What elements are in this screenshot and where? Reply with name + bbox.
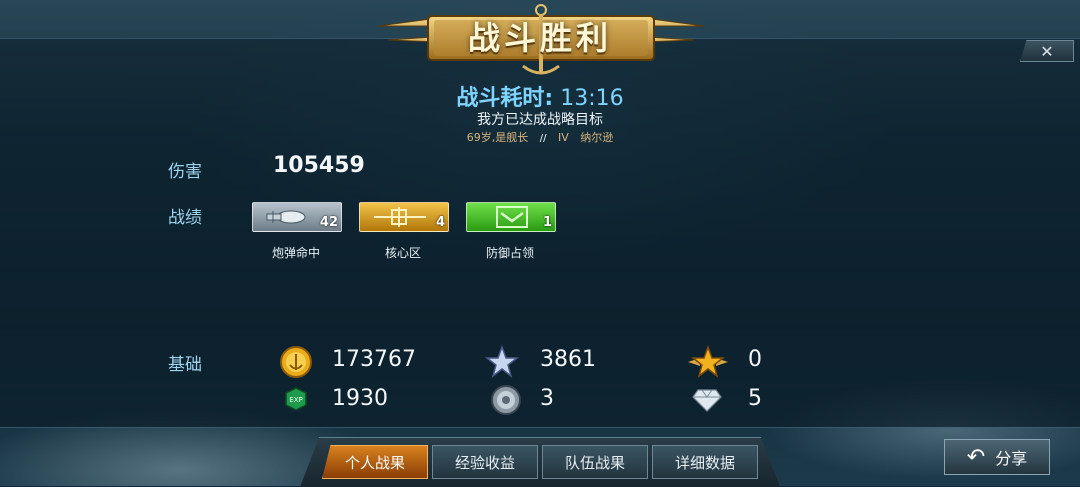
- exp-value: 1930: [332, 386, 388, 411]
- rank-chevron-icon: //: [539, 133, 547, 144]
- battle-duration-label: 战斗耗时:: [456, 86, 554, 111]
- tab-team-results[interactable]: 队伍战果: [542, 445, 648, 479]
- damage-value: 105459: [273, 153, 365, 178]
- gold-star-value: 0: [748, 347, 762, 372]
- battle-duration: 战斗耗时: 13:16: [0, 80, 1080, 112]
- silver-star-value: 3861: [540, 347, 596, 372]
- gold-star-icon: [688, 345, 728, 378]
- badge-count: 42: [319, 215, 338, 230]
- diamond-value: 5: [748, 386, 762, 411]
- silver-medal-value: 3: [540, 386, 554, 411]
- captain-info: 69岁,是舰长 // IV 纳尔逊: [0, 129, 1080, 145]
- damage-label: 伤害: [168, 162, 202, 182]
- objective-text: 我方已达成战略目标: [477, 112, 603, 128]
- silver-medal-icon: [491, 385, 521, 415]
- achievements-label: 战绩: [168, 208, 202, 228]
- tab-personal-results[interactable]: 个人战果: [322, 445, 428, 479]
- badge-core-zone[interactable]: 4: [359, 202, 449, 232]
- captain-name: 纳尔逊: [580, 131, 614, 144]
- base-label: 基础: [168, 355, 202, 375]
- victory-title: 战斗胜利: [467, 19, 612, 57]
- close-icon: ✕: [1040, 41, 1054, 61]
- gold-coin-icon: [280, 346, 312, 378]
- svg-text:EXP: EXP: [289, 396, 302, 404]
- tab-exp-income[interactable]: 经验收益: [432, 445, 538, 479]
- badge-shell-hits[interactable]: 42: [252, 202, 342, 232]
- diamond-icon: [692, 389, 722, 412]
- share-arrow-icon: ↶: [966, 444, 986, 470]
- badge-defense-capture[interactable]: 1: [466, 202, 556, 232]
- badge-caption: 核心区: [384, 246, 421, 260]
- gold-value: 173767: [332, 347, 416, 372]
- shield-chevron-icon: [496, 206, 528, 228]
- captain-rank: IV: [557, 131, 569, 144]
- crosshair-icon: [374, 207, 426, 227]
- close-button[interactable]: ✕: [1020, 40, 1074, 62]
- badge-count: 4: [435, 215, 445, 230]
- exp-icon: EXP: [285, 387, 307, 411]
- share-label: 分享: [995, 449, 1028, 468]
- silver-star-icon: [485, 345, 519, 378]
- badge-count: 1: [542, 215, 552, 230]
- share-button[interactable]: ↶ 分享: [944, 439, 1050, 475]
- battle-duration-value: 13:16: [560, 86, 624, 111]
- captain-age: 69岁,是舰长: [466, 131, 529, 144]
- badge-caption: 炮弹命中: [271, 246, 320, 260]
- tab-detail-data[interactable]: 详细数据: [652, 445, 758, 479]
- badge-caption: 防御占领: [485, 246, 534, 260]
